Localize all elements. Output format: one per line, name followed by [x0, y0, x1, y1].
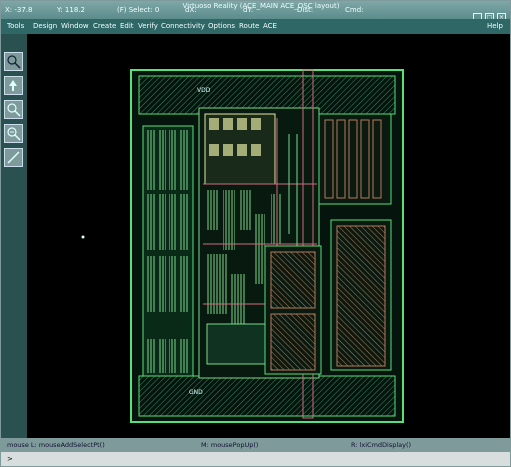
menu-tools[interactable]: Tools: [7, 19, 24, 34]
vdd-label: VDD: [197, 87, 211, 94]
capacitor-array: [264, 245, 322, 375]
y-readout: Y: 118.2: [57, 6, 85, 14]
menu-edit[interactable]: Edit: [120, 19, 134, 34]
resistor-bank: [318, 113, 392, 205]
pan-icon: [9, 80, 17, 91]
menu-route[interactable]: Route: [239, 19, 259, 34]
command-prompt[interactable]: >: [1, 452, 510, 466]
pan-button[interactable]: [4, 76, 23, 95]
mouse-middle-status: M: mousePopUp(): [201, 441, 259, 449]
menu-window[interactable]: Window: [61, 19, 89, 34]
stretch-button[interactable]: [4, 148, 23, 167]
zoom-out-button[interactable]: [4, 124, 23, 143]
layout-canvas[interactable]: VDD GND: [27, 34, 510, 438]
menu-create[interactable]: Create: [93, 19, 116, 34]
zoom-fit-button[interactable]: [4, 52, 23, 71]
window-controls: _ □ ×: [470, 4, 506, 22]
menu-help[interactable]: Help: [487, 19, 503, 34]
window-title: Virtuoso Reality (ACE_MAIN ACE_OSC layou…: [182, 2, 340, 10]
menu-connectivity[interactable]: Connectivity: [161, 19, 205, 34]
menu-options[interactable]: Options: [208, 19, 235, 34]
mouse-left-status: mouse L: mouseAddSelectPt(): [7, 441, 105, 449]
zoom-in-icon: [7, 103, 21, 117]
large-capacitor: [330, 219, 392, 371]
mouse-status-bar: mouse L: mouseAddSelectPt() M: mousePopU…: [1, 438, 510, 452]
gnd-label: GND: [189, 389, 203, 396]
menu-verify[interactable]: Verify: [138, 19, 158, 34]
menu-ace[interactable]: ACE: [263, 19, 277, 34]
mouse-right-status: R: lxiCmdDisplay(): [351, 441, 412, 449]
menu-design[interactable]: Design: [33, 19, 57, 34]
title-bar: X: -37.8 Y: 118.2 (F) Select: 0 dX: dY: …: [1, 1, 510, 22]
layout-drawing: VDD GND: [81, 69, 404, 423]
left-transistor-array: [142, 125, 194, 377]
virtuoso-layout-window: X: -37.8 Y: 118.2 (F) Select: 0 dX: dY: …: [0, 0, 511, 467]
prompt-symbol: >: [7, 455, 13, 463]
origin-marker: [81, 235, 85, 239]
side-toolbar: [1, 34, 27, 438]
x-readout: X: -37.8: [5, 6, 33, 14]
gnd-rail: [138, 375, 396, 417]
zoom-out-icon: [7, 127, 21, 141]
zoom-in-button[interactable]: [4, 100, 23, 119]
stretch-icon: [7, 151, 20, 164]
zoom-fit-icon: [7, 55, 21, 69]
menu-bar: Tools Design Window Create Edit Verify C…: [1, 19, 510, 35]
